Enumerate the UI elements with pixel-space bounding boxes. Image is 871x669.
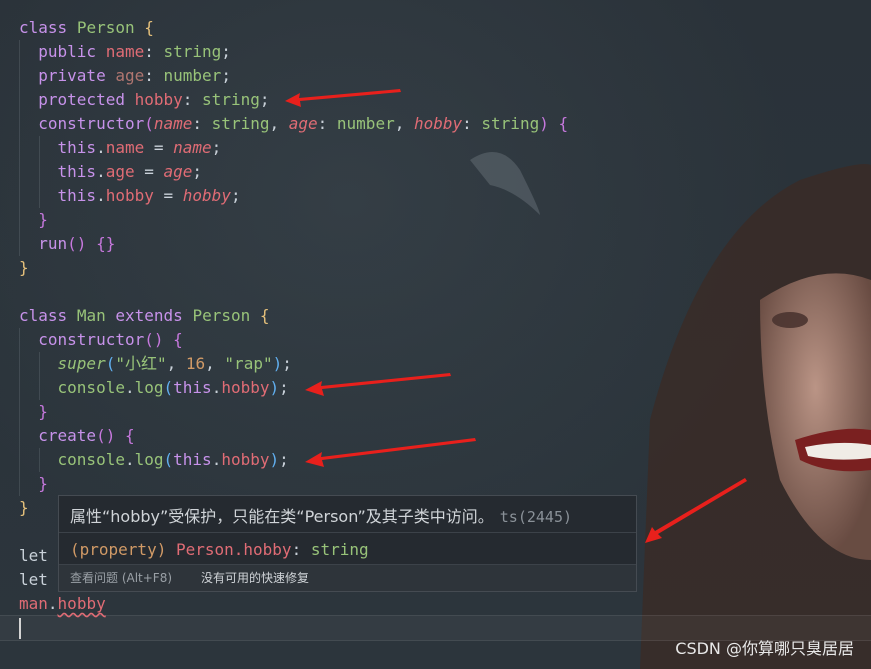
keyword: let	[19, 570, 48, 589]
no-quick-fix-label: 没有可用的快速修复	[201, 571, 310, 585]
method: run	[38, 234, 68, 253]
type: string	[163, 42, 222, 61]
class-name: Person	[76, 18, 135, 37]
keyword: constructor	[38, 114, 145, 133]
tooltip-status-bar: 查看问题 (Alt+F8) 没有可用的快速修复	[59, 564, 636, 591]
method: create	[38, 426, 97, 445]
keyword: class	[19, 306, 68, 325]
property: hobby	[105, 186, 154, 205]
code-line-9: }	[19, 208, 859, 232]
keyword: constructor	[38, 330, 145, 349]
property: hobby	[134, 90, 183, 109]
code-line-5: constructor(name: string, age: number, h…	[19, 112, 859, 136]
type: number	[336, 114, 395, 133]
error-code: ts(2445)	[499, 508, 573, 526]
code-line-6: this.name = name;	[19, 136, 859, 160]
code-line-17: }	[19, 400, 859, 424]
type: string	[481, 114, 540, 133]
divider	[59, 532, 636, 533]
property: name	[105, 138, 145, 157]
param: age	[163, 162, 193, 181]
error-property[interactable]: hobby	[58, 594, 106, 613]
watermark: CSDN @你算哪只臭居居	[675, 639, 854, 658]
code-line-8: this.hobby = hobby;	[19, 184, 859, 208]
method: log	[134, 378, 164, 397]
property: age	[115, 66, 145, 85]
hover-tooltip[interactable]: 属性“hobby”受保护，只能在类“Person”及其子类中访问。 ts(2445…	[58, 495, 637, 592]
class-name: Man	[76, 306, 106, 325]
modifier: protected	[38, 90, 125, 109]
this-keyword: this	[57, 138, 97, 157]
method: log	[134, 450, 164, 469]
brace: {	[144, 18, 154, 37]
keyword: class	[19, 18, 68, 37]
code-line-11: }	[19, 258, 29, 277]
code-line-25: man.hobby	[19, 594, 106, 613]
annotation-arrow-3	[305, 438, 476, 467]
object: man	[19, 594, 48, 613]
code-line-4: protected hobby: string;	[19, 88, 859, 112]
keyword: let	[19, 546, 48, 565]
code-line-1: class Person {	[19, 16, 859, 40]
type: number	[163, 66, 222, 85]
signature: (property) Person.hobby: string	[70, 540, 369, 559]
annotation-arrow-4	[645, 478, 747, 543]
param: hobby	[182, 186, 231, 205]
signature-name: Person.hobby	[175, 540, 292, 559]
view-problem-link[interactable]: 查看问题 (Alt+F8)	[70, 565, 172, 591]
param: age	[288, 114, 318, 133]
string: "小红"	[115, 354, 167, 373]
this-keyword: this	[173, 450, 212, 469]
property: age	[105, 162, 135, 181]
property: name	[105, 42, 145, 61]
super-call: super	[57, 354, 106, 373]
string: "rap"	[224, 354, 273, 373]
modifier: public	[38, 42, 97, 61]
this-keyword: this	[173, 378, 212, 397]
code-line-2: public name: string;	[19, 40, 859, 64]
param: hobby	[413, 114, 463, 133]
type: string	[211, 114, 270, 133]
signature-type: string	[310, 540, 369, 559]
class-name: Person	[192, 306, 251, 325]
number: 16	[185, 354, 206, 373]
code-line-3: private age: number;	[19, 64, 859, 88]
signature-kind: (property)	[70, 540, 167, 559]
error-message: 属性“hobby”受保护，只能在类“Person”及其子类中访问。	[70, 507, 494, 526]
type: string	[202, 90, 260, 109]
annotation-arrow-1	[285, 89, 401, 107]
error-message-row: 属性“hobby”受保护，只能在类“Person”及其子类中访问。 ts(2445…	[70, 503, 572, 527]
object: console	[57, 450, 125, 469]
code-line-10: run() {}	[19, 232, 859, 256]
code-line-7: this.age = age;	[19, 160, 859, 184]
this-keyword: this	[57, 162, 97, 181]
modifier: private	[38, 66, 106, 85]
object: console	[57, 378, 125, 397]
keyword: extends	[115, 306, 183, 325]
param: name	[153, 114, 193, 133]
this-keyword: this	[57, 186, 97, 205]
property: hobby	[221, 450, 270, 469]
code-line-14: constructor() {	[19, 328, 859, 352]
annotation-arrow-2	[305, 373, 451, 396]
text-cursor	[19, 618, 21, 639]
property: hobby	[221, 378, 270, 397]
code-line-13: class Man extends Person {	[19, 306, 270, 325]
param: name	[173, 138, 212, 157]
